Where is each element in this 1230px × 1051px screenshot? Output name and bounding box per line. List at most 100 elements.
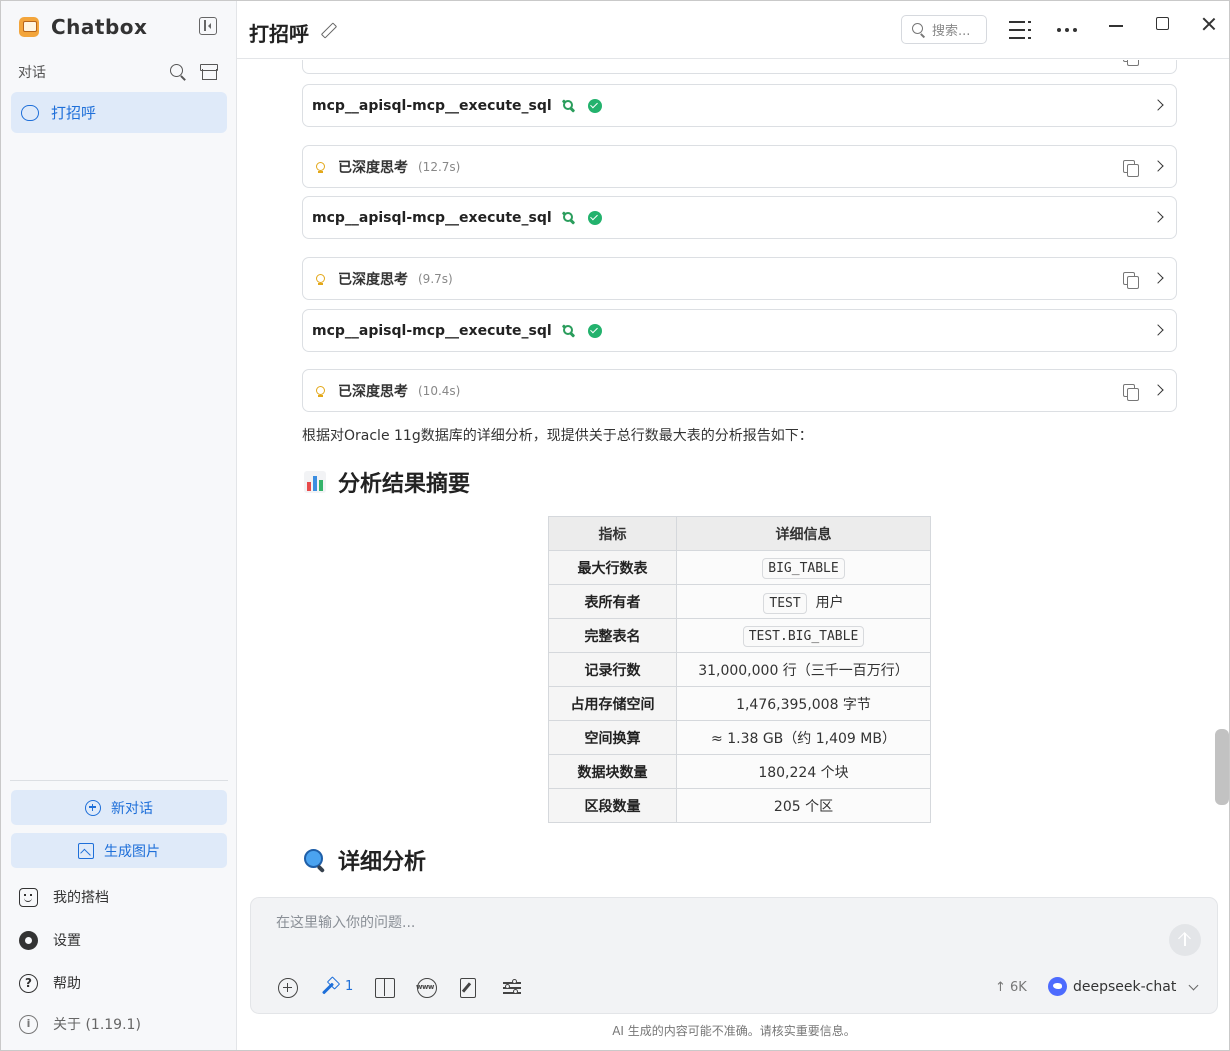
menu-settings-label: 设置 [53, 933, 81, 949]
thinking-card[interactable]: 已深度思考 (9.7s) [302, 257, 1177, 300]
table-row: 表所有者 TEST 用户 [548, 584, 931, 619]
chevron-right-icon [1152, 272, 1164, 284]
maximize-window-icon[interactable] [1156, 17, 1169, 30]
info-icon: i [19, 1014, 38, 1034]
chevron-right-icon [1152, 211, 1164, 223]
wrench-icon [562, 211, 576, 225]
summary-heading-text: 分析结果摘要 [338, 472, 471, 497]
tool-call-card[interactable]: mcp__apisql-mcp__execute_sql [302, 84, 1177, 127]
divider [10, 780, 228, 781]
document-edit-icon[interactable] [460, 978, 476, 998]
conversation-item-active[interactable]: 打招呼 [11, 92, 227, 133]
chevron-down-icon [1188, 980, 1199, 990]
table-cell-value: 205 个区 [676, 788, 931, 823]
table-of-contents-icon[interactable] [1009, 20, 1031, 40]
thinking-time: (10.4s) [418, 383, 461, 398]
menu-copilots[interactable]: 我的搭档 [19, 887, 109, 907]
table-row: 完整表名 TEST.BIG_TABLE [548, 618, 931, 653]
attach-plus-icon[interactable] [278, 978, 298, 998]
section-label: 对话 [18, 65, 46, 81]
archive-icon[interactable] [200, 64, 218, 80]
more-options-icon[interactable] [1057, 28, 1077, 32]
menu-help[interactable]: ? 帮助 [19, 973, 81, 993]
table-row: 记录行数 31,000,000 行（三千一百万行） [548, 652, 931, 687]
message-list: mcp__apisql-mcp__execute_sql 已深度思考 (12.7… [237, 60, 1217, 886]
table-cell-value: 31,000,000 行（三千一百万行） [676, 652, 931, 687]
thinking-label: 已深度思考 [338, 383, 408, 400]
close-window-icon[interactable] [1202, 17, 1216, 31]
success-check-icon [587, 323, 602, 338]
token-count: ↑ 6K [995, 980, 1027, 995]
scrollbar-thumb[interactable] [1215, 729, 1229, 805]
thinking-card[interactable]: 已深度思考 (12.7s) [302, 145, 1177, 188]
minimize-window-icon[interactable] [1109, 25, 1123, 27]
table-cell-key: 最大行数表 [548, 550, 677, 585]
tool-call-card[interactable]: mcp__apisql-mcp__execute_sql [302, 309, 1177, 352]
table-header-row: 指标 详细信息 [548, 516, 931, 551]
deepseek-logo-icon [1048, 977, 1067, 996]
generate-image-label: 生成图片 [104, 843, 160, 860]
tool-call-name: mcp__apisql-mcp__execute_sql [312, 97, 552, 114]
copy-icon[interactable] [1123, 160, 1139, 177]
lightbulb-icon [313, 384, 327, 398]
table-cell-value: 180,224 个块 [676, 754, 931, 789]
menu-about[interactable]: i 关于 (1.19.1) [19, 1014, 141, 1034]
table-row: 区段数量 205 个区 [548, 788, 931, 823]
table-cell-key: 表所有者 [548, 584, 677, 619]
magnifier-icon [304, 849, 326, 871]
bar-chart-icon [304, 471, 326, 493]
summary-heading: 分析结果摘要 [304, 466, 470, 498]
inline-code: TEST.BIG_TABLE [742, 625, 865, 647]
success-check-icon [587, 98, 602, 113]
brand: Chatbox [19, 13, 147, 41]
model-selector[interactable]: deepseek-chat [1048, 977, 1199, 996]
table-cell-key: 区段数量 [548, 788, 677, 823]
header: 打招呼 搜索... [237, 1, 1229, 59]
table-header: 详细信息 [676, 516, 931, 551]
conversation-title: 打招呼 [51, 104, 97, 122]
copy-icon[interactable] [1123, 272, 1139, 289]
tool-call-card-partial[interactable] [302, 60, 1177, 74]
table-cell-value: BIG_TABLE [676, 550, 931, 585]
mcp-tools-icon[interactable] [319, 978, 339, 998]
thinking-time: (9.7s) [418, 271, 453, 286]
knowledge-base-icon[interactable] [375, 978, 395, 998]
sliders-icon[interactable] [502, 978, 522, 998]
message-input[interactable] [276, 915, 1156, 931]
chatbox-logo-icon [19, 17, 39, 37]
disclaimer: AI 生成的内容可能不准确。请核实重要信息。 [612, 1024, 856, 1038]
search-button[interactable]: 搜索... [901, 15, 987, 44]
sidebar: Chatbox 对话 打招呼 新对话 生成图片 我的搭档 设置 ? 帮助 i 关… [1, 1, 237, 1050]
table-cell-key: 占用存储空间 [548, 686, 677, 721]
send-button[interactable] [1169, 924, 1201, 956]
collapse-sidebar-icon[interactable] [199, 17, 217, 35]
new-chat-button[interactable]: 新对话 [11, 790, 227, 825]
page-title: 打招呼 [249, 22, 309, 46]
generate-image-button[interactable]: 生成图片 [11, 833, 227, 868]
success-check-icon [587, 210, 602, 225]
chevron-right-icon [1152, 160, 1164, 172]
mcp-tool-count: 1 [345, 979, 354, 994]
chat-bubble-icon [21, 104, 39, 121]
detail-heading-text: 详细分析 [338, 850, 427, 875]
table-cell-value: 1,476,395,008 字节 [676, 686, 931, 721]
tool-call-name: mcp__apisql-mcp__execute_sql [312, 322, 552, 339]
app-name: Chatbox [51, 15, 148, 39]
search-icon[interactable] [169, 63, 187, 81]
menu-settings[interactable]: 设置 [19, 930, 81, 950]
model-name: deepseek-chat [1073, 978, 1177, 995]
plus-circle-icon [85, 799, 101, 816]
menu-copilots-label: 我的搭档 [53, 890, 109, 906]
table-cell-key: 数据块数量 [548, 754, 677, 789]
wrench-icon [562, 324, 576, 338]
inline-code: TEST [763, 592, 807, 614]
table-cell-text: 用户 [815, 594, 844, 611]
web-search-icon[interactable] [416, 978, 437, 998]
chevron-right-icon [1152, 99, 1164, 111]
edit-title-icon[interactable] [321, 23, 335, 37]
chevron-right-icon [1152, 384, 1164, 396]
thinking-card[interactable]: 已深度思考 (10.4s) [302, 369, 1177, 412]
tool-call-card[interactable]: mcp__apisql-mcp__execute_sql [302, 196, 1177, 239]
copy-icon[interactable] [1123, 60, 1139, 66]
copy-icon[interactable] [1123, 384, 1139, 401]
